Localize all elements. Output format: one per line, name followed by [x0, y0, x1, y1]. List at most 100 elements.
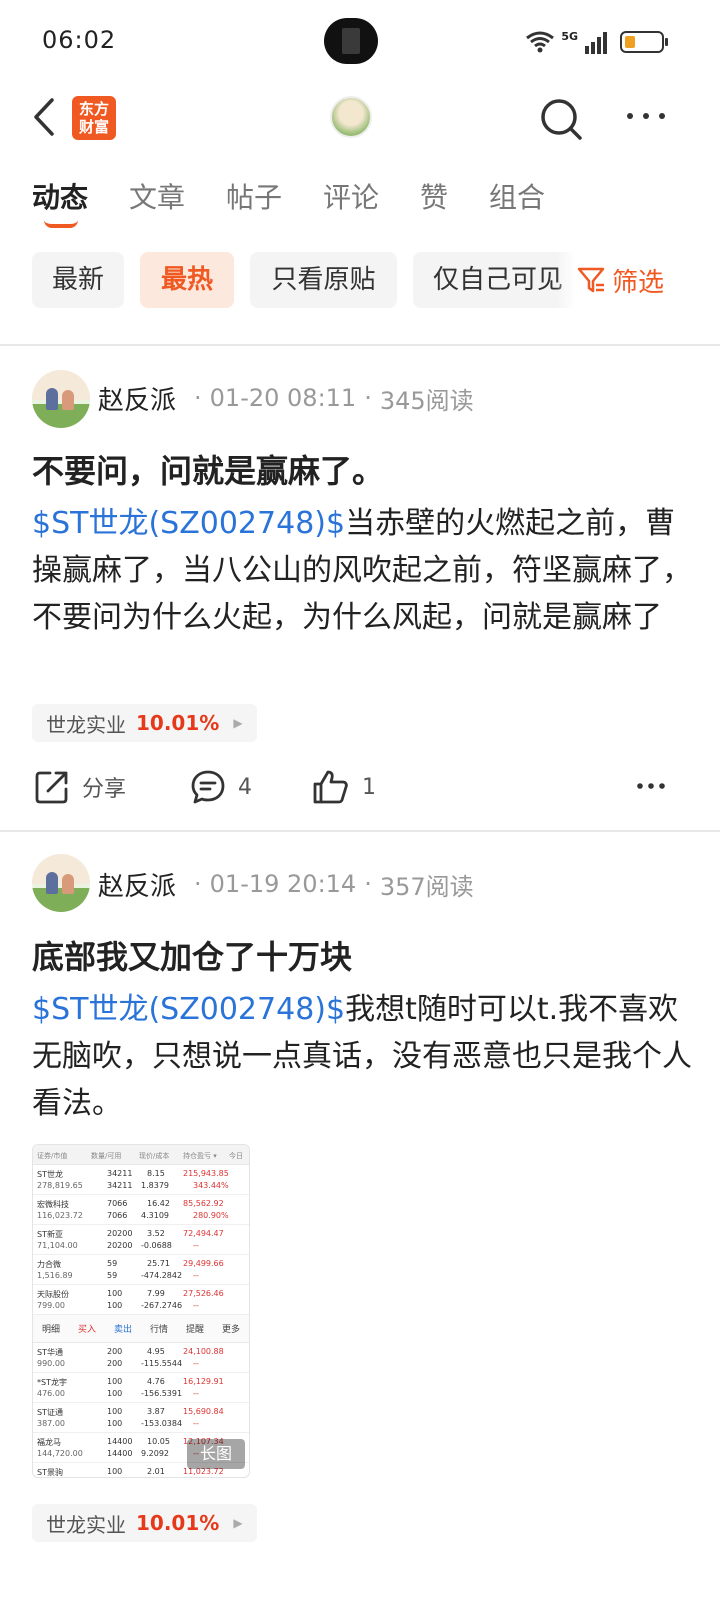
- filter-button[interactable]: 筛选: [576, 252, 720, 308]
- holdings-row: ST证通 387.00 100 100 3.87 -153.0384 15,690.84 --: [33, 1403, 249, 1433]
- holdings-cell-plpct: --: [193, 1271, 199, 1280]
- stock-chip[interactable]: 世龙实业 10.01% ▶: [32, 1504, 257, 1542]
- tab-portfolio[interactable]: 组合: [489, 176, 545, 216]
- holdings-cell-avail: 59: [107, 1271, 118, 1280]
- read-count: 345阅读: [379, 386, 474, 415]
- holdings-cell-qty: 100: [107, 1467, 123, 1476]
- holdings-cell-cost: -156.5391: [141, 1389, 183, 1398]
- holdings-cell-price: 8.15: [147, 1169, 165, 1178]
- holdings-cell-pl: 15,690.84: [183, 1407, 224, 1416]
- post-card[interactable]: 赵反派 · 01-20 08:11 · 345阅读 不要问，问就是赢麻了。 $S…: [0, 346, 720, 830]
- holdings-cell-cost: 9.2092: [141, 1449, 169, 1458]
- profile-tabs: 动态 文章 帖子 评论 赞 组合: [0, 168, 720, 228]
- tab-likes[interactable]: 赞: [420, 176, 448, 216]
- author-avatar[interactable]: [32, 370, 90, 428]
- chip-latest[interactable]: 最新: [32, 252, 124, 308]
- author-name[interactable]: 赵反派: [98, 866, 176, 903]
- holdings-cell-name: ST新亚: [37, 1230, 63, 1239]
- holdings-cell-qty: 59: [107, 1259, 118, 1268]
- holdings-cell-price: 25.71: [147, 1259, 170, 1268]
- share-label: 分享: [82, 777, 127, 802]
- holdings-row: ST华通 990.00 200 200 4.95 -115.5544 24,100.88 --: [33, 1343, 249, 1373]
- holdings-cell-qty: 7066: [107, 1199, 128, 1208]
- holdings-cell-plpct: --: [193, 1241, 199, 1250]
- holdings-cell-avail: 100: [107, 1389, 123, 1398]
- holdings-cell-cost: -153.0384: [141, 1419, 183, 1428]
- filter-chips: 最新 最热 只看原贴 仅自己可见 筛选: [0, 252, 720, 308]
- post-title[interactable]: 底部我又加仓了十万块: [32, 932, 352, 978]
- holdings-cell-price: 3.52: [147, 1229, 165, 1238]
- holdings-cell-plpct: --: [193, 1419, 199, 1428]
- signal-icon: [585, 32, 607, 54]
- holdings-cell-value: 116,023.72: [37, 1211, 83, 1220]
- holdings-cell-value: 144,720.00: [37, 1449, 83, 1458]
- holdings-cell-value: 1,516.89: [37, 1271, 73, 1280]
- holdings-cell-name: *ST龙宇: [37, 1378, 67, 1387]
- holdings-header: 证券/市值 数量/可用 现价/成本 持仓盈亏 ▾ 今日: [33, 1145, 249, 1165]
- holdings-row: ST新亚 71,104.00 20200 20200 3.52 -0.0688 72,494…: [33, 1225, 249, 1255]
- chevron-right-icon: ▶: [233, 1516, 243, 1530]
- post-more-icon[interactable]: [636, 776, 666, 796]
- holdings-cell-plpct: --: [193, 1359, 199, 1368]
- back-arrow-icon[interactable]: [26, 94, 66, 140]
- holdings-cell-plpct: 280.90%: [193, 1211, 229, 1220]
- holdings-cell-qty: 20200: [107, 1229, 133, 1238]
- status-time: 06:02: [42, 26, 117, 54]
- stock-chip[interactable]: 世龙实业 10.01% ▶: [32, 704, 257, 742]
- tab-dynamics[interactable]: 动态: [32, 176, 88, 216]
- holdings-cell-cost: -115.5544: [141, 1359, 183, 1368]
- holdings-cell-cost: -0.0688: [141, 1241, 172, 1250]
- comment-button[interactable]: 4: [190, 762, 252, 812]
- holdings-cell-avail: 100: [107, 1419, 123, 1428]
- holdings-cell-cost: 4.3109: [141, 1211, 169, 1220]
- holdings-cell-value: 71,104.00: [37, 1241, 78, 1250]
- stock-change: 10.01%: [136, 711, 220, 735]
- profile-avatar[interactable]: [330, 96, 372, 138]
- share-icon: [35, 771, 68, 804]
- holdings-cell-pl: 24,100.88: [183, 1347, 224, 1356]
- tab-posts[interactable]: 帖子: [226, 176, 282, 216]
- holdings-menu: 明细 买入 卖出 行情 提醒 更多: [33, 1315, 249, 1343]
- stock-change: 10.01%: [136, 1511, 220, 1535]
- logo-line1: 东方: [78, 100, 109, 118]
- holdings-cell-avail: 20200: [107, 1241, 133, 1250]
- post-image[interactable]: 证券/市值 数量/可用 现价/成本 持仓盈亏 ▾ 今日 ST世龙 278,819.…: [32, 1144, 250, 1478]
- author-name[interactable]: 赵反派: [98, 380, 176, 417]
- post-body[interactable]: $ST世龙(SZ002748)$我想t随时可以t.我不喜欢无脑吹，只想说一点真话…: [32, 986, 692, 1127]
- holdings-cell-price: 7.99: [147, 1289, 165, 1298]
- app-logo[interactable]: 东方 财富: [72, 96, 116, 140]
- filter-funnel-icon: [577, 267, 605, 293]
- search-icon[interactable]: [538, 96, 584, 142]
- holdings-cell-qty: 100: [107, 1289, 123, 1298]
- holdings-cell-price: 16.42: [147, 1199, 170, 1208]
- status-icons: 5G: [525, 28, 668, 56]
- holdings-cell-price: 4.76: [147, 1377, 165, 1386]
- holdings-cell-name: ST证通: [37, 1408, 63, 1417]
- post-card[interactable]: 赵反派 · 01-19 20:14 · 357阅读 底部我又加仓了十万块 $ST…: [0, 832, 720, 1610]
- chip-hottest[interactable]: 最热: [140, 252, 234, 308]
- share-button[interactable]: 分享: [34, 762, 126, 812]
- stock-tag-link[interactable]: $ST世龙(SZ002748)$: [32, 506, 345, 541]
- stock-tag-link[interactable]: $ST世龙(SZ002748)$: [32, 992, 345, 1027]
- like-button[interactable]: 1: [312, 762, 376, 812]
- more-icon[interactable]: [624, 106, 668, 126]
- stock-name: 世龙实业: [46, 1512, 126, 1537]
- holdings-cell-qty: 200: [107, 1347, 123, 1356]
- chip-original-only[interactable]: 只看原贴: [250, 252, 397, 308]
- post-title[interactable]: 不要问，问就是赢麻了。: [32, 446, 384, 492]
- author-avatar[interactable]: [32, 854, 90, 912]
- holdings-cell-value: 278,819.65: [37, 1181, 83, 1190]
- chip-private[interactable]: 仅自己可见: [413, 252, 576, 308]
- chevron-right-icon: ▶: [233, 716, 243, 730]
- holdings-cell-name: ST景驹: [37, 1468, 63, 1477]
- tab-articles[interactable]: 文章: [129, 176, 185, 216]
- holdings-cell-cost: -474.2842: [141, 1271, 183, 1280]
- holdings-cell-value: 990.00: [37, 1359, 65, 1368]
- holdings-cell-pl: 27,526.46: [183, 1289, 224, 1298]
- comment-count: 4: [238, 774, 252, 800]
- holdings-cell-price: 4.95: [147, 1347, 165, 1356]
- holdings-row: *ST龙宇 476.00 100 100 4.76 -156.5391 16,129.91 -…: [33, 1373, 249, 1403]
- comment-icon: [191, 770, 225, 804]
- tab-comments[interactable]: 评论: [323, 176, 379, 216]
- post-body[interactable]: $ST世龙(SZ002748)$当赤壁的火燃起之前，曹操赢麻了，当八公山的风吹起…: [32, 500, 692, 641]
